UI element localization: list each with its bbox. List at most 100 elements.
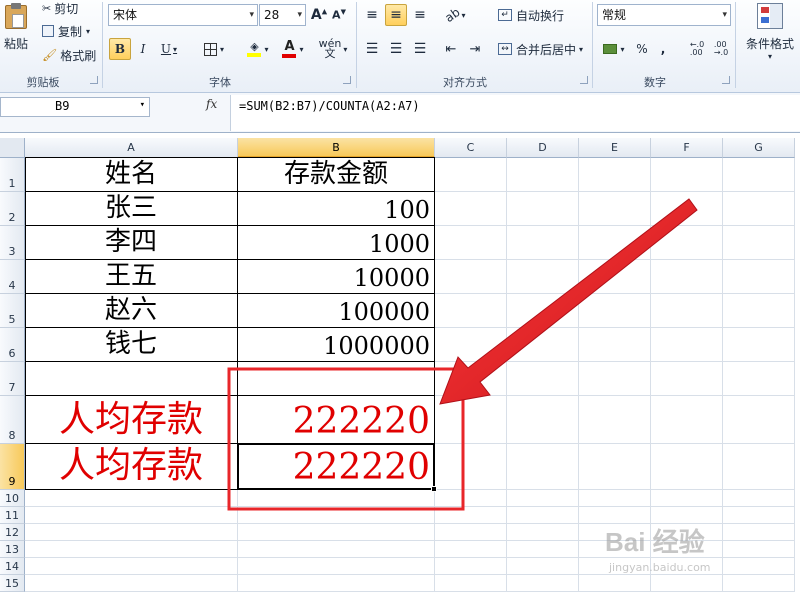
orientation-button[interactable]: ab ▾: [440, 4, 470, 26]
grow-font-icon: A▲: [310, 7, 328, 23]
cut-button[interactable]: ✂ 剪切: [38, 0, 82, 16]
clipboard-launcher[interactable]: [90, 76, 98, 84]
underline-button[interactable]: U ▾: [155, 38, 183, 60]
merge-center-button[interactable]: ↔ 合并后居中 ▾: [494, 38, 587, 60]
gridline-horizontal: [25, 591, 795, 592]
phonetic-icon: wén 文: [318, 37, 342, 60]
align-left-button[interactable]: ☰: [361, 38, 383, 60]
increase-decimal-button[interactable]: ←.0.00: [686, 38, 708, 60]
copy-button[interactable]: 复制 ▾: [38, 22, 94, 40]
row-header-7[interactable]: 7: [0, 362, 25, 396]
insert-function-button[interactable]: fx: [206, 97, 217, 111]
fill-handle[interactable]: [431, 486, 437, 492]
font-color-button[interactable]: A ▾: [278, 38, 308, 60]
percent-button[interactable]: %: [632, 38, 652, 60]
column-header-f[interactable]: F: [651, 138, 723, 158]
cell-b6[interactable]: 1000000: [238, 328, 434, 360]
cell-a8[interactable]: 人均存款: [25, 396, 237, 442]
cell-a7[interactable]: [25, 362, 237, 394]
decrease-indent-button[interactable]: ⇤: [440, 38, 462, 60]
paste-button[interactable]: 粘贴: [0, 0, 32, 70]
gridline-horizontal: [25, 574, 795, 575]
italic-button[interactable]: I: [133, 38, 153, 60]
increase-indent-icon: ⇥: [469, 41, 481, 57]
font-group-label: 字体: [209, 76, 231, 89]
row-header-14[interactable]: 14: [0, 558, 25, 575]
bold-button[interactable]: B: [109, 38, 131, 60]
number-launcher[interactable]: [722, 76, 730, 84]
font-name-combo[interactable]: 宋体 ▾: [108, 4, 258, 26]
row-header-3[interactable]: 3: [0, 226, 25, 260]
column-header-g[interactable]: G: [723, 138, 795, 158]
row-header-15[interactable]: 15: [0, 575, 25, 592]
row-header-12[interactable]: 12: [0, 524, 25, 541]
phonetic-button[interactable]: wén 文 ▾: [318, 38, 348, 60]
row-header-8[interactable]: 8: [0, 396, 25, 444]
align-right-button[interactable]: ☰: [409, 38, 431, 60]
row-header-9[interactable]: 9: [0, 444, 25, 490]
percent-label: %: [636, 42, 648, 56]
font-size-combo[interactable]: 28 ▾: [259, 4, 306, 26]
cell-b8[interactable]: 222220: [238, 396, 434, 442]
column-header-b[interactable]: B: [238, 138, 435, 158]
align-bottom-button[interactable]: ≡: [409, 4, 431, 26]
currency-icon: [603, 44, 618, 54]
borders-button[interactable]: ▾: [197, 38, 231, 60]
row-header-6[interactable]: 6: [0, 328, 25, 362]
align-center-icon: ☰: [389, 41, 403, 57]
decrease-decimal-icon: .00 →.0: [713, 40, 729, 57]
column-header-d[interactable]: D: [507, 138, 579, 158]
row-header-5[interactable]: 5: [0, 294, 25, 328]
cell-b7[interactable]: [238, 362, 434, 394]
row-header-10[interactable]: 10: [0, 490, 25, 507]
ribbon-separator: [592, 2, 593, 88]
select-all-button[interactable]: [0, 138, 25, 158]
align-right-icon: ☰: [413, 41, 427, 57]
number-format-combo[interactable]: 常规 ▾: [597, 4, 731, 26]
chevron-down-icon: ▾: [264, 44, 269, 54]
worksheet-grid[interactable]: A B C D E F G 1 2 3 4 5 6 7 8 9 10 11 12 13 14 15 姓名 存款金额 张三 100 李…: [0, 138, 800, 600]
increase-indent-button[interactable]: ⇥: [464, 38, 486, 60]
cell-a2[interactable]: 张三: [25, 192, 237, 224]
shrink-font-button[interactable]: A▼: [330, 5, 348, 25]
format-painter-button[interactable]: 🖌 格式刷: [38, 46, 100, 64]
chevron-down-icon: ▾: [579, 44, 584, 54]
align-center-button[interactable]: ☰: [385, 38, 407, 60]
align-middle-button[interactable]: ≡: [385, 4, 407, 26]
chevron-down-icon: ▾: [343, 44, 348, 54]
chevron-down-icon: ▾: [620, 44, 625, 54]
row-header-1[interactable]: 1: [0, 158, 25, 192]
cell-b4[interactable]: 10000: [238, 260, 434, 292]
formula-input[interactable]: =SUM(B2:B7)/COUNTA(A2:A7): [230, 95, 800, 131]
decrease-decimal-button[interactable]: .00 →.0: [710, 38, 732, 60]
cell-b5[interactable]: 100000: [238, 294, 434, 326]
cell-b1[interactable]: 存款金额: [238, 158, 434, 190]
chevron-down-icon: ▾: [299, 44, 304, 54]
currency-button[interactable]: ▾: [598, 38, 630, 60]
cell-a4[interactable]: 王五: [25, 260, 237, 292]
cell-a9[interactable]: 人均存款: [25, 444, 237, 488]
align-top-button[interactable]: ≡: [361, 4, 383, 26]
grow-font-button[interactable]: A▲: [310, 5, 328, 25]
cell-a5[interactable]: 赵六: [25, 294, 237, 326]
row-header-2[interactable]: 2: [0, 192, 25, 226]
wrap-text-button[interactable]: ↵ 自动换行: [494, 4, 568, 26]
column-header-a[interactable]: A: [25, 138, 238, 158]
conditional-format-button[interactable]: 条件格式 ▾: [740, 0, 800, 70]
row-header-13[interactable]: 13: [0, 541, 25, 558]
row-header-11[interactable]: 11: [0, 507, 25, 524]
cell-b3[interactable]: 1000: [238, 226, 434, 258]
increase-decimal-icon: ←.0.00: [689, 40, 705, 57]
alignment-launcher[interactable]: [580, 76, 588, 84]
fill-color-button[interactable]: ◈ ▾: [242, 38, 274, 60]
font-launcher[interactable]: [343, 76, 351, 84]
comma-style-button[interactable]: ,: [654, 38, 672, 60]
name-box[interactable]: B9 ▾: [0, 97, 150, 117]
row-header-4[interactable]: 4: [0, 260, 25, 294]
cell-a3[interactable]: 李四: [25, 226, 237, 258]
cell-a1[interactable]: 姓名: [25, 158, 237, 190]
column-header-e[interactable]: E: [579, 138, 651, 158]
cell-a6[interactable]: 钱七: [25, 328, 237, 360]
cell-b2[interactable]: 100: [238, 192, 434, 224]
column-header-c[interactable]: C: [435, 138, 507, 158]
